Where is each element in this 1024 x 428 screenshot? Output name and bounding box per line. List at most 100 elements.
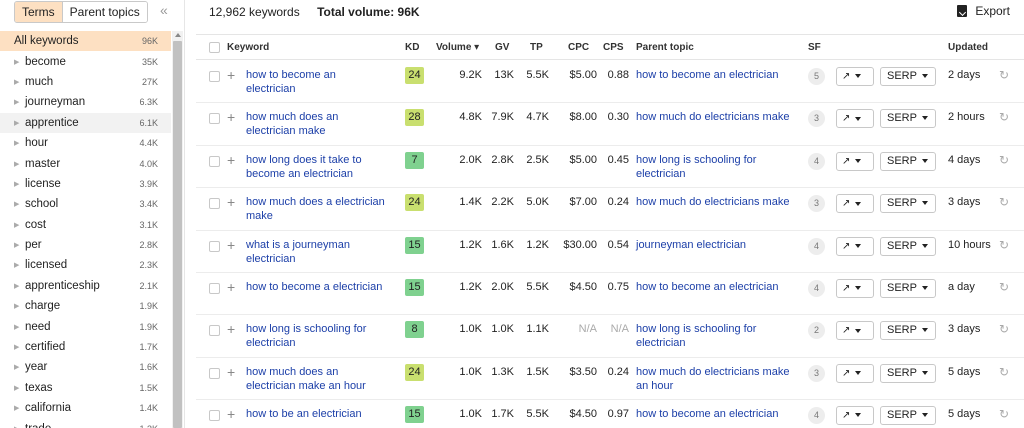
col-updated[interactable]: Updated xyxy=(948,42,988,53)
row-checkbox[interactable] xyxy=(209,367,220,379)
expand-arrow-icon[interactable]: ▶ xyxy=(14,261,22,269)
sidebar-term-item[interactable]: ▶ licensed 2.3K xyxy=(0,255,171,275)
keyword-link[interactable]: how long is schooling for electrician xyxy=(246,322,386,350)
add-to-list-icon[interactable]: + xyxy=(227,237,235,253)
serp-dropdown[interactable]: SERP xyxy=(880,236,936,256)
sf-count-badge[interactable]: 4 xyxy=(808,152,825,170)
sidebar-term-item[interactable]: ▶ year 1.6K xyxy=(0,357,171,377)
expand-arrow-icon[interactable]: ▶ xyxy=(14,343,22,351)
trend-dropdown[interactable]: ↗ xyxy=(836,67,874,86)
add-to-list-icon[interactable]: + xyxy=(227,67,235,83)
select-all-checkbox[interactable] xyxy=(209,42,220,53)
expand-arrow-icon[interactable]: ▶ xyxy=(14,180,22,188)
parent-topic-link[interactable]: how to become an electrician xyxy=(636,407,798,421)
sf-count-badge[interactable]: 4 xyxy=(808,279,825,297)
keyword-link[interactable]: how to be an electrician xyxy=(246,407,386,421)
add-to-list-icon[interactable]: + xyxy=(227,279,235,295)
expand-arrow-icon[interactable]: ▶ xyxy=(14,78,22,86)
col-tp[interactable]: TP xyxy=(530,42,543,53)
sidebar-term-item[interactable]: ▶ become 35K xyxy=(0,51,171,71)
serp-dropdown[interactable]: SERP xyxy=(880,194,936,214)
expand-arrow-icon[interactable]: ▶ xyxy=(14,98,22,106)
sidebar-term-item[interactable]: ▶ per 2.8K xyxy=(0,235,171,255)
scrollbar-thumb[interactable] xyxy=(173,41,182,428)
keyword-link[interactable]: how to become a electrician xyxy=(246,280,386,294)
trend-dropdown[interactable]: ↗ xyxy=(836,406,874,426)
refresh-icon[interactable]: ↻ xyxy=(999,238,1009,252)
trend-dropdown[interactable]: ↗ xyxy=(836,321,874,341)
col-cps[interactable]: CPS xyxy=(603,42,624,53)
expand-arrow-icon[interactable]: ▶ xyxy=(14,404,22,412)
expand-arrow-icon[interactable]: ▶ xyxy=(14,221,22,229)
row-checkbox[interactable] xyxy=(209,325,220,337)
tab-parent-topics[interactable]: Parent topics xyxy=(62,2,147,22)
serp-dropdown[interactable]: SERP xyxy=(880,109,936,129)
export-button[interactable]: Export xyxy=(957,4,1010,18)
serp-dropdown[interactable]: SERP xyxy=(880,151,936,171)
add-to-list-icon[interactable]: + xyxy=(227,109,235,125)
sidebar-term-item[interactable]: ▶ certified 1.7K xyxy=(0,337,171,357)
row-checkbox[interactable] xyxy=(209,240,220,252)
parent-topic-link[interactable]: how to become an electrician xyxy=(636,280,798,294)
sidebar-term-item[interactable]: ▶ cost 3.1K xyxy=(0,215,171,235)
parent-topic-link[interactable]: how much do electricians make xyxy=(636,195,798,209)
col-kd[interactable]: KD xyxy=(405,42,419,53)
parent-topic-link[interactable]: how much do electricians make xyxy=(636,110,798,124)
sf-count-badge[interactable]: 5 xyxy=(808,68,825,85)
sidebar-term-item[interactable]: ▶ master 4.0K xyxy=(0,153,171,173)
refresh-icon[interactable]: ↻ xyxy=(999,110,1009,124)
sidebar-term-item[interactable]: ▶ journeyman 6.3K xyxy=(0,92,171,112)
trend-dropdown[interactable]: ↗ xyxy=(836,194,874,214)
row-checkbox[interactable] xyxy=(209,155,220,167)
expand-arrow-icon[interactable]: ▶ xyxy=(14,363,22,371)
parent-topic-link[interactable]: how to become an electrician xyxy=(636,68,798,82)
sf-count-badge[interactable]: 4 xyxy=(808,237,825,255)
parent-topic-link[interactable]: how long is schooling for electrician xyxy=(636,153,798,181)
parent-topic-link[interactable]: journeyman electrician xyxy=(636,238,798,252)
add-to-list-icon[interactable]: + xyxy=(227,194,235,210)
expand-arrow-icon[interactable]: ▶ xyxy=(14,425,22,428)
row-checkbox[interactable] xyxy=(209,113,220,125)
row-checkbox[interactable] xyxy=(209,410,220,422)
expand-arrow-icon[interactable]: ▶ xyxy=(14,282,22,290)
sidebar-term-item[interactable]: ▶ much 27K xyxy=(0,72,171,92)
add-to-list-icon[interactable]: + xyxy=(227,152,235,168)
refresh-icon[interactable]: ↻ xyxy=(999,68,1009,82)
scroll-up-icon[interactable] xyxy=(175,33,181,37)
trend-dropdown[interactable]: ↗ xyxy=(836,363,874,383)
add-to-list-icon[interactable]: + xyxy=(227,406,235,422)
serp-dropdown[interactable]: SERP xyxy=(880,406,936,426)
serp-dropdown[interactable]: SERP xyxy=(880,321,936,341)
col-parent-topic[interactable]: Parent topic xyxy=(636,42,694,53)
sidebar-term-item[interactable]: ▶ hour 4.4K xyxy=(0,133,171,153)
expand-arrow-icon[interactable]: ▶ xyxy=(14,200,22,208)
expand-arrow-icon[interactable]: ▶ xyxy=(14,119,22,127)
refresh-icon[interactable]: ↻ xyxy=(999,153,1009,167)
sf-count-badge[interactable]: 3 xyxy=(808,195,825,213)
parent-topic-link[interactable]: how long is schooling for electrician xyxy=(636,322,798,350)
refresh-icon[interactable]: ↻ xyxy=(999,407,1009,421)
tab-terms[interactable]: Terms xyxy=(15,2,63,22)
expand-arrow-icon[interactable]: ▶ xyxy=(14,302,22,310)
trend-dropdown[interactable]: ↗ xyxy=(836,109,874,129)
sidebar-item-all-keywords[interactable]: All keywords 96K xyxy=(0,31,171,52)
sf-count-badge[interactable]: 3 xyxy=(808,364,825,382)
parent-topic-link[interactable]: how much do electricians make an hour xyxy=(636,365,798,393)
sidebar-term-item[interactable]: ▶ apprentice 6.1K xyxy=(0,112,171,133)
keyword-link[interactable]: how much does an electrician make xyxy=(246,110,386,138)
sidebar-term-item[interactable]: ▶ license 3.9K xyxy=(0,174,171,194)
serp-dropdown[interactable]: SERP xyxy=(880,278,936,298)
keyword-link[interactable]: what is a journeyman electrician xyxy=(246,238,386,266)
sf-count-badge[interactable]: 4 xyxy=(808,407,825,425)
collapse-sidebar-icon[interactable]: « xyxy=(160,2,168,18)
expand-arrow-icon[interactable]: ▶ xyxy=(14,139,22,147)
keyword-link[interactable]: how much does a electrician make xyxy=(246,195,386,223)
trend-dropdown[interactable]: ↗ xyxy=(836,236,874,256)
sidebar-term-item[interactable]: ▶ charge 1.9K xyxy=(0,296,171,316)
refresh-icon[interactable]: ↻ xyxy=(999,322,1009,336)
col-volume[interactable]: Volume ▾ xyxy=(436,42,479,53)
sidebar-term-item[interactable]: ▶ school 3.4K xyxy=(0,194,171,214)
col-gv[interactable]: GV xyxy=(495,42,509,53)
col-sf[interactable]: SF xyxy=(808,42,821,53)
trend-dropdown[interactable]: ↗ xyxy=(836,278,874,298)
